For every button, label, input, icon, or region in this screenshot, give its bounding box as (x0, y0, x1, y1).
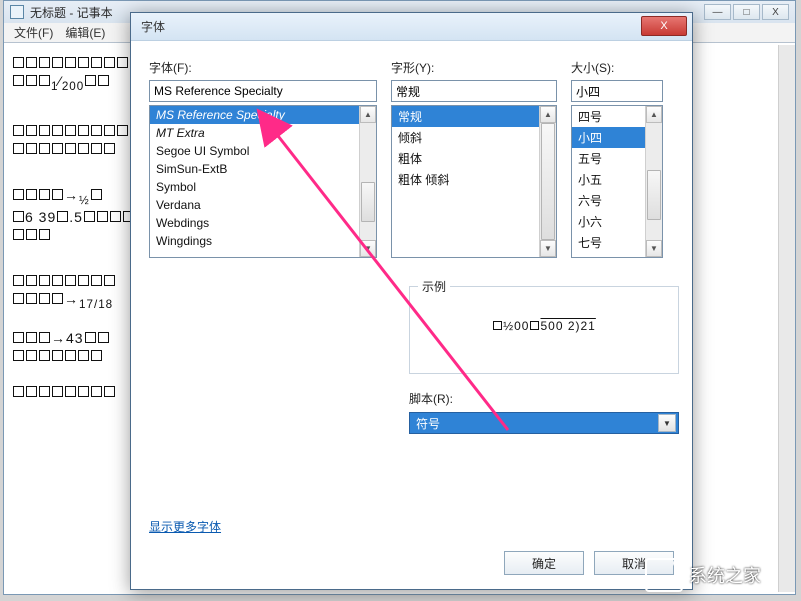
dialog-titlebar: 字体 X (131, 13, 692, 41)
script-label: 脚本(R): (409, 392, 453, 406)
font-dialog: 字体 X 字体(F): MS Reference Specialty MT Ex… (130, 12, 693, 590)
size-list-item[interactable]: 八号 (572, 253, 645, 257)
style-list-scrollbar[interactable]: ▲ ▼ (539, 106, 556, 257)
style-input[interactable] (391, 80, 557, 102)
ok-button[interactable]: 确定 (504, 551, 584, 575)
menu-file[interactable]: 文件(F) (8, 24, 59, 41)
style-list-item[interactable]: 粗体 (392, 148, 539, 169)
sample-text: ½00500 2)21 (416, 319, 672, 333)
scroll-up-icon[interactable]: ▲ (360, 106, 376, 123)
style-list-item[interactable]: 常规 (392, 106, 539, 127)
style-column: 字形(Y): 常规 倾斜 粗体 粗体 倾斜 ▲ ▼ (391, 59, 557, 258)
font-list-item[interactable]: Symbol (150, 178, 359, 196)
size-input[interactable] (571, 80, 663, 102)
size-listbox[interactable]: 四号 小四 五号 小五 六号 小六 七号 八号 ▲ ▼ (571, 105, 663, 258)
font-list-item[interactable]: MT Extra (150, 124, 359, 142)
close-window-button[interactable]: X (762, 4, 789, 20)
scroll-up-icon[interactable]: ▲ (646, 106, 662, 123)
script-value: 符号 (416, 415, 440, 432)
font-listbox[interactable]: MS Reference Specialty MT Extra Segoe UI… (149, 105, 377, 258)
style-list-item[interactable]: 粗体 倾斜 (392, 169, 539, 190)
scroll-down-icon[interactable]: ▼ (646, 240, 662, 257)
minimize-button[interactable]: — (704, 4, 731, 20)
size-label: 大小(S): (571, 59, 663, 76)
dialog-title: 字体 (141, 18, 165, 35)
size-list-item[interactable]: 五号 (572, 148, 645, 169)
scroll-down-icon[interactable]: ▼ (540, 240, 556, 257)
size-list-item[interactable]: 小五 (572, 169, 645, 190)
font-column: 字体(F): MS Reference Specialty MT Extra S… (149, 59, 377, 258)
font-list-item[interactable]: Webdings (150, 214, 359, 232)
script-group: 脚本(R): 符号 ▼ (409, 390, 679, 434)
more-fonts-link[interactable]: 显示更多字体 (149, 518, 221, 535)
size-list-item[interactable]: 七号 (572, 232, 645, 253)
font-list-scrollbar[interactable]: ▲ ▼ (359, 106, 376, 257)
watermark-logo-icon (645, 558, 683, 592)
size-list-item[interactable]: 六号 (572, 190, 645, 211)
font-label: 字体(F): (149, 59, 377, 76)
notepad-scrollbar[interactable] (778, 45, 795, 592)
font-list-item[interactable]: Verdana (150, 196, 359, 214)
notepad-title: 无标题 - 记事本 (30, 4, 113, 21)
sample-label: 示例 (418, 278, 450, 295)
style-listbox[interactable]: 常规 倾斜 粗体 粗体 倾斜 ▲ ▼ (391, 105, 557, 258)
style-list-item[interactable]: 倾斜 (392, 127, 539, 148)
document-icon (10, 5, 24, 19)
size-list-item[interactable]: 小六 (572, 211, 645, 232)
watermark: 系统之家 (645, 555, 795, 595)
style-label: 字形(Y): (391, 59, 557, 76)
scroll-down-icon[interactable]: ▼ (360, 240, 376, 257)
font-list-item[interactable]: Segoe UI Symbol (150, 142, 359, 160)
font-input[interactable] (149, 80, 377, 102)
scroll-up-icon[interactable]: ▲ (540, 106, 556, 123)
watermark-text: 系统之家 (689, 562, 761, 588)
size-list-item[interactable]: 小四 (572, 127, 645, 148)
size-list-item[interactable]: 四号 (572, 106, 645, 127)
font-list-item[interactable]: Wingdings (150, 232, 359, 250)
maximize-button[interactable]: □ (733, 4, 760, 20)
chevron-down-icon: ▼ (658, 414, 676, 432)
size-column: 大小(S): 四号 小四 五号 小五 六号 小六 七号 八号 ▲ (571, 59, 663, 258)
font-list-item[interactable]: SimSun-ExtB (150, 160, 359, 178)
sample-group: 示例 ½00500 2)21 (409, 286, 679, 374)
font-list-item[interactable]: MS Reference Specialty (150, 106, 359, 124)
close-icon: X (660, 20, 667, 32)
script-dropdown[interactable]: 符号 ▼ (409, 412, 679, 434)
menu-edit[interactable]: 编辑(E) (59, 24, 111, 41)
size-list-scrollbar[interactable]: ▲ ▼ (645, 106, 662, 257)
dialog-close-button[interactable]: X (641, 16, 687, 36)
